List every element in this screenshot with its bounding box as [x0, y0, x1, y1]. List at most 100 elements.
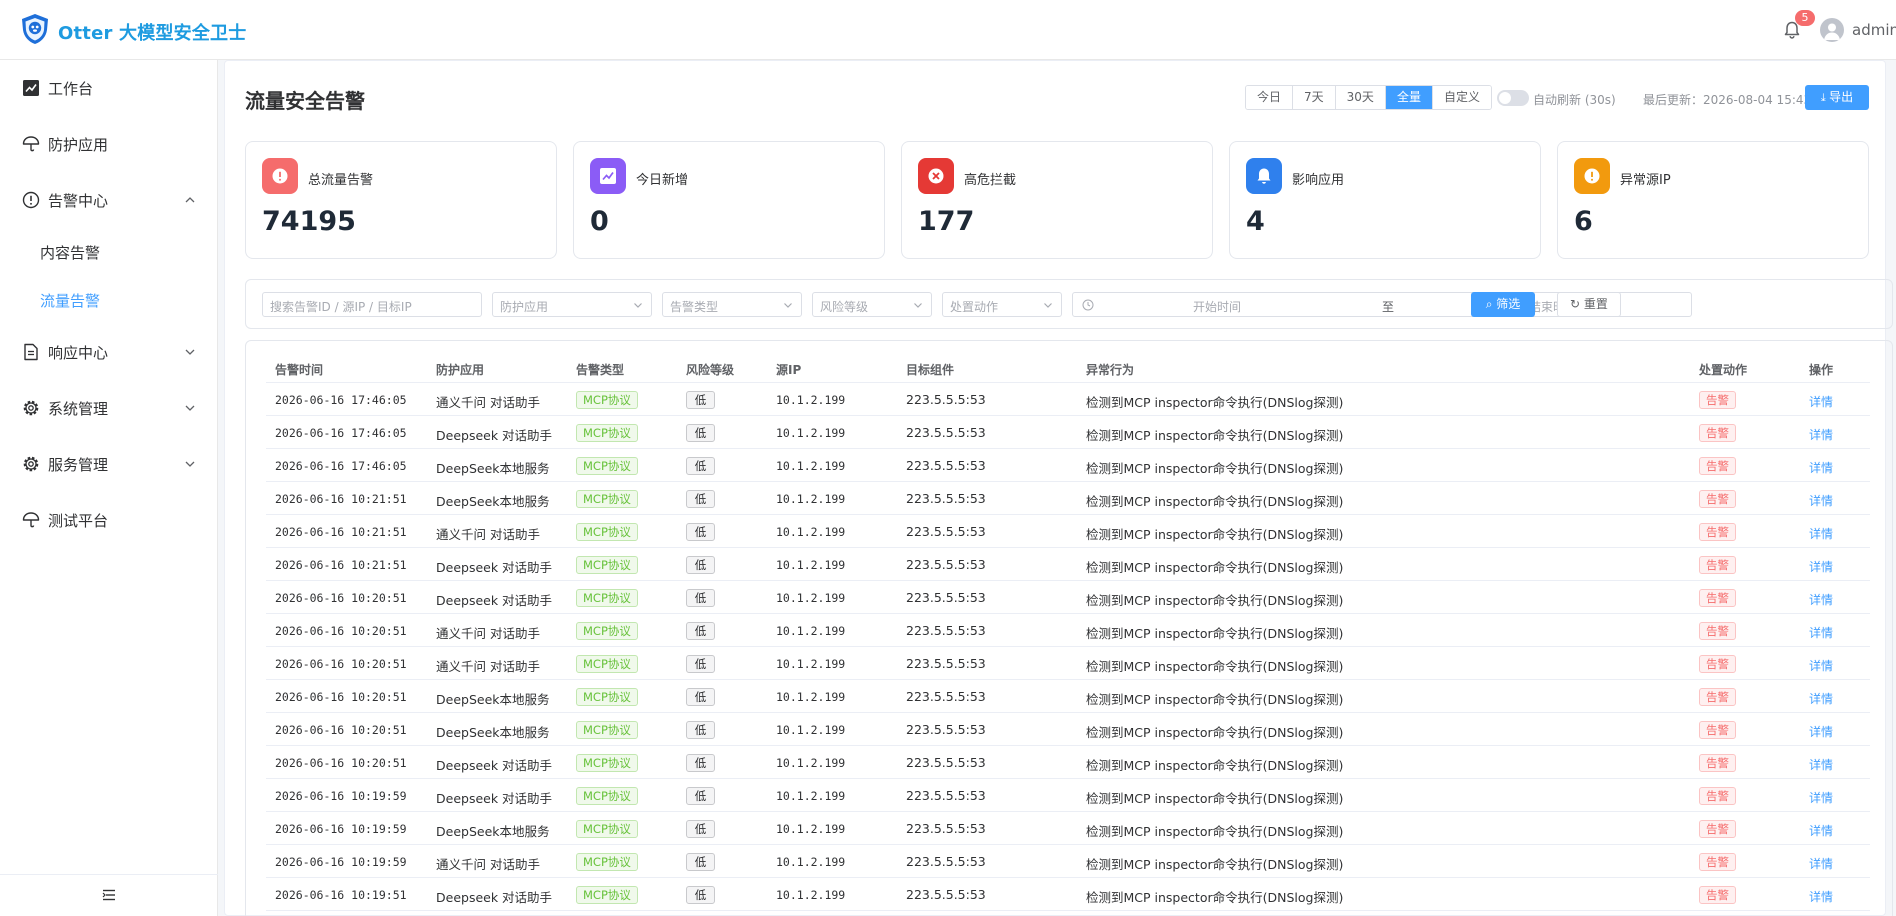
app-select[interactable]: 防护应用: [492, 292, 652, 317]
abnormal-behavior-cell: 检测到MCP inspector命令执行(DNSlog探测): [1086, 428, 1344, 443]
table-row: 2026-06-16 10:20:51 通义千问 对话助手 MCP协议 低 10.1.2…: [266, 614, 1870, 647]
user-name[interactable]: admin: [1852, 21, 1896, 39]
risk-level-select[interactable]: 风险等级: [812, 292, 932, 317]
column-header: 异常行为: [1086, 363, 1135, 377]
auto-refresh-toggle[interactable]: [1497, 90, 1529, 106]
app-cell: Deepseek 对话助手: [436, 428, 553, 443]
sidebar-subitem-traffic-alert[interactable]: 流量告警: [0, 276, 218, 324]
table-row: 2026-06-16 10:20:51 通义千问 对话助手 MCP协议 低 10.1.2…: [266, 647, 1870, 680]
detail-link[interactable]: 详情: [1809, 855, 1833, 872]
range-7d-button[interactable]: 7天: [1293, 86, 1336, 109]
detail-link[interactable]: 详情: [1809, 393, 1833, 410]
detail-link[interactable]: 详情: [1809, 525, 1833, 542]
abnormal-behavior-cell: 检测到MCP inspector命令执行(DNSlog探测): [1086, 626, 1344, 641]
alert-type-tag: MCP协议: [576, 688, 638, 706]
stat-value: 0: [590, 206, 609, 237]
app-select-placeholder: 防护应用: [500, 300, 549, 314]
detail-link[interactable]: 详情: [1809, 558, 1833, 575]
umbrella-icon: [22, 512, 40, 528]
alert-type-tag: MCP协议: [576, 556, 638, 574]
alert-time-cell: 2026-06-16 17:46:05: [275, 426, 407, 440]
sidebar-item-label: 防护应用: [48, 136, 109, 154]
start-time-placeholder: 开始时间: [1193, 300, 1242, 314]
target-component-cell: 223.5.5.5:53: [906, 722, 986, 737]
document-icon: [24, 343, 38, 361]
sidebar-item-response-center[interactable]: 响应中心: [0, 324, 218, 380]
detail-link[interactable]: 详情: [1809, 492, 1833, 509]
stat-label: 高危拦截: [964, 173, 1017, 188]
source-ip-cell: 10.1.2.199: [776, 690, 846, 704]
stat-icon-box: [262, 158, 298, 194]
alert-time-cell: 2026-06-16 10:19:59: [275, 855, 407, 869]
sidebar-item-label: 系统管理: [48, 400, 109, 418]
detail-link[interactable]: 详情: [1809, 657, 1833, 674]
risk-level-tag: 低: [686, 391, 715, 409]
source-ip-cell: 10.1.2.199: [776, 756, 846, 770]
detail-link[interactable]: 详情: [1809, 822, 1833, 839]
detail-link[interactable]: 详情: [1809, 459, 1833, 476]
alert-time-cell: 2026-06-16 10:20:51: [275, 591, 407, 605]
sidebar-item-protected-apps[interactable]: 防护应用: [0, 116, 218, 172]
action-select[interactable]: 处置动作: [942, 292, 1062, 317]
sidebar-item-service-management[interactable]: 服务管理: [0, 436, 218, 492]
abnormal-behavior-cell: 检测到MCP inspector命令执行(DNSlog探测): [1086, 758, 1344, 773]
detail-link[interactable]: 详情: [1809, 888, 1833, 905]
detail-link[interactable]: 详情: [1809, 591, 1833, 608]
app-cell: DeepSeek本地服务: [436, 461, 550, 476]
reset-button[interactable]: ↻ 重置: [1557, 292, 1621, 317]
app-cell: DeepSeek本地服务: [436, 692, 550, 707]
alert-type-tag: MCP协议: [576, 457, 638, 475]
detail-link[interactable]: 详情: [1809, 624, 1833, 641]
alert-type-tag: MCP协议: [576, 655, 638, 673]
alert-time-cell: 2026-06-16 10:19:59: [275, 789, 407, 803]
stat-card-today: 今日新增 0: [573, 141, 885, 259]
alert-type-tag: MCP协议: [576, 490, 638, 508]
export-button[interactable]: ⤓ 导出: [1805, 85, 1869, 110]
user-icon: [1824, 23, 1840, 40]
close-circle-icon: [928, 168, 944, 184]
range-today-button[interactable]: 今日: [1246, 86, 1294, 109]
search-input[interactable]: 搜索告警ID / 源IP / 目标IP: [262, 292, 482, 317]
sidebar-item-test-platform[interactable]: 测试平台: [0, 492, 218, 548]
detail-link[interactable]: 详情: [1809, 723, 1833, 740]
reset-label: 重置: [1583, 297, 1608, 311]
sidebar-item-label: 服务管理: [48, 456, 109, 474]
sidebar-item-alert-center[interactable]: 告警中心: [0, 172, 218, 228]
sidebar-subitem-label: 内容告警: [40, 244, 101, 262]
sidebar-item-workbench[interactable]: 工作台: [0, 60, 218, 116]
source-ip-cell: 10.1.2.199: [776, 393, 846, 407]
alert-time-cell: 2026-06-16 17:46:05: [275, 459, 407, 473]
alert-time-cell: 2026-06-16 17:46:05: [275, 393, 407, 407]
risk-level-tag: 低: [686, 820, 715, 838]
source-ip-cell: 10.1.2.199: [776, 723, 846, 737]
range-30d-button[interactable]: 30天: [1335, 86, 1386, 109]
detail-link[interactable]: 详情: [1809, 426, 1833, 443]
filter-button[interactable]: ⌕ 筛选: [1471, 292, 1535, 317]
range-custom-button[interactable]: 自定义: [1432, 86, 1491, 109]
avatar[interactable]: [1820, 18, 1844, 42]
time-range-selector: 今日 7天 30天 全量 自定义: [1245, 85, 1492, 110]
warning-circle-icon: [1584, 168, 1600, 184]
detail-link[interactable]: 详情: [1809, 690, 1833, 707]
detail-link[interactable]: 详情: [1809, 756, 1833, 773]
table-row: 2026-06-16 17:46:05 Deepseek 对话助手 MCP协议 低 10…: [266, 416, 1870, 449]
detail-link[interactable]: 详情: [1809, 789, 1833, 806]
sidebar-collapse-button[interactable]: [0, 874, 218, 916]
action-tag: 告警: [1699, 523, 1736, 541]
risk-level-tag: 低: [686, 556, 715, 574]
alert-type-select[interactable]: 告警类型: [662, 292, 802, 317]
target-component-cell: 223.5.5.5:53: [906, 590, 986, 605]
action-tag: 告警: [1699, 853, 1736, 871]
sidebar-item-system-management[interactable]: 系统管理: [0, 380, 218, 436]
stat-label: 今日新增: [636, 173, 689, 188]
risk-level-tag: 低: [686, 490, 715, 508]
action-tag: 告警: [1699, 424, 1736, 442]
gear-icon: [23, 400, 39, 416]
sidebar-subitem-content-alert[interactable]: 内容告警: [0, 228, 218, 276]
alert-type-tag: MCP协议: [576, 622, 638, 640]
auto-refresh-label: 自动刷新 (30s): [1533, 93, 1616, 107]
range-all-button[interactable]: 全量: [1385, 86, 1433, 109]
target-component-cell: 223.5.5.5:53: [906, 887, 986, 902]
sidebar-subitem-label: 流量告警: [40, 292, 101, 310]
main-panel: 流量安全告警 今日 7天 30天 全量 自定义 自动刷新 (30s) 最后更新：…: [224, 60, 1893, 916]
